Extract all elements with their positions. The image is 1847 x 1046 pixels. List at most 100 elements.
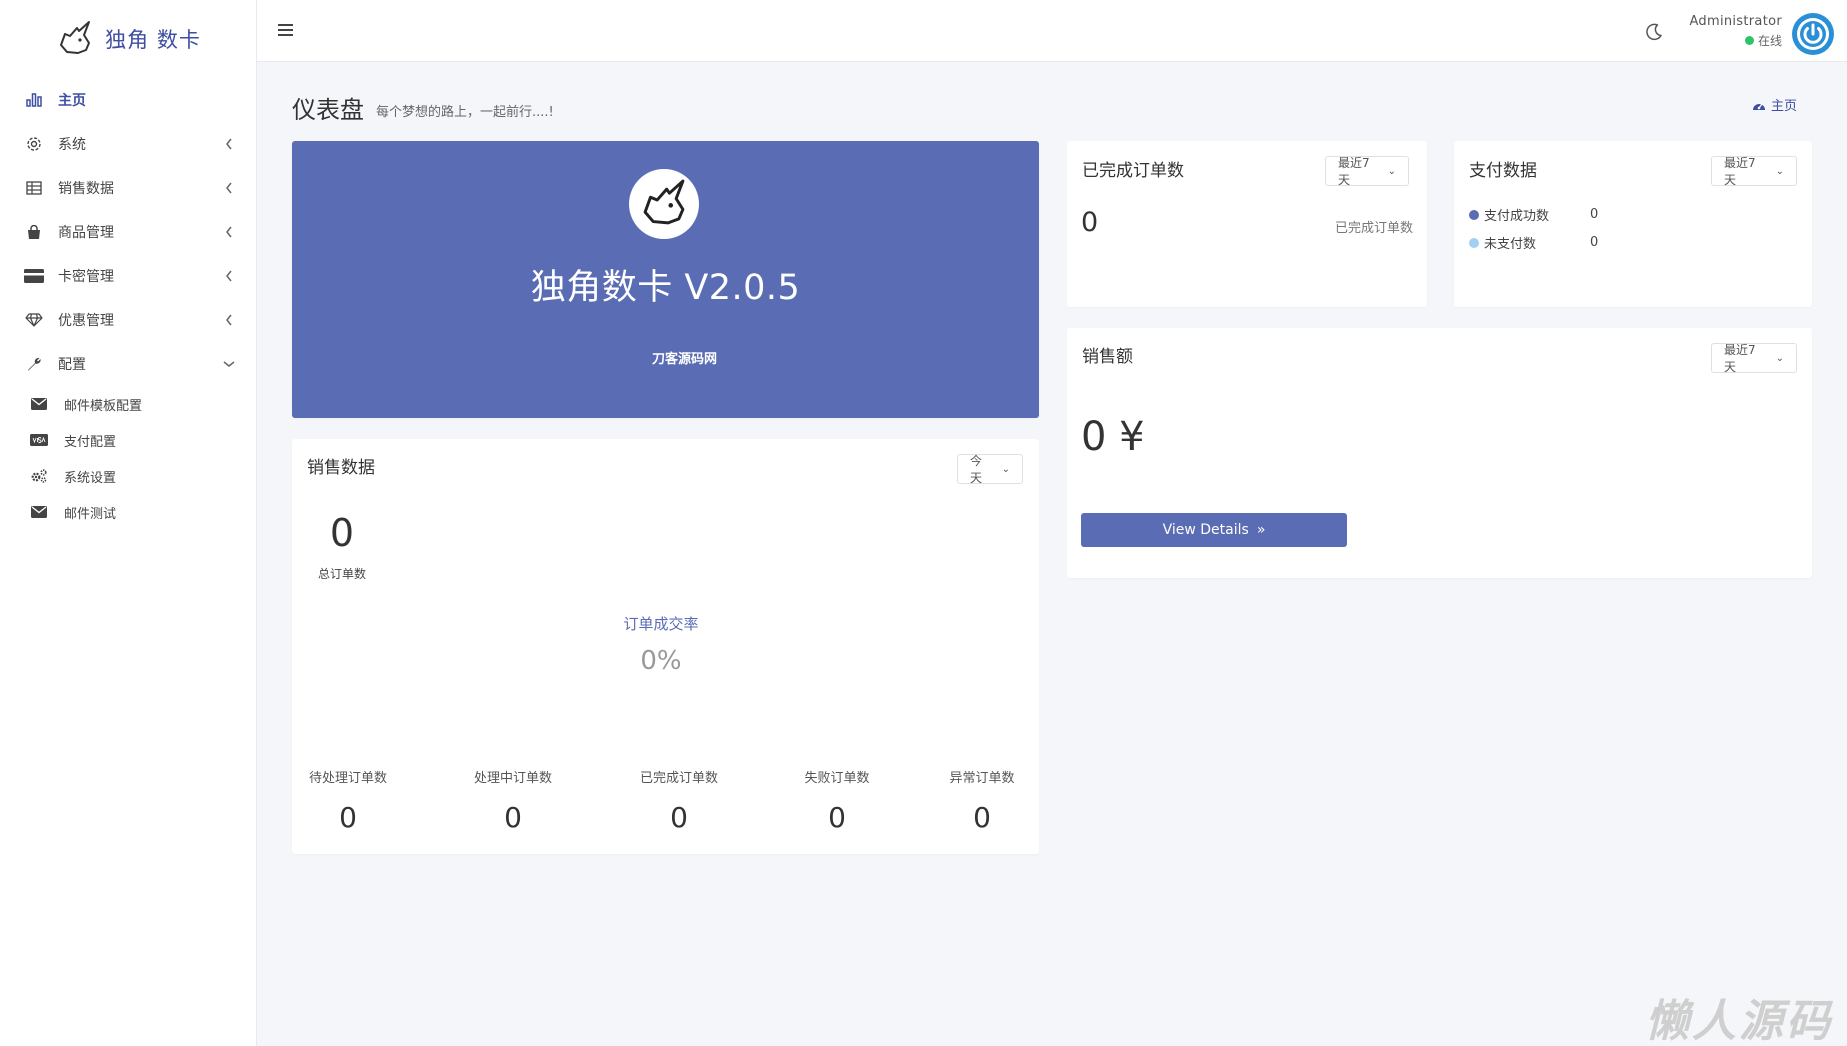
card-title: 销售额 bbox=[1082, 347, 1133, 367]
breadcrumb[interactable]: 主页 bbox=[1752, 95, 1797, 114]
avatar[interactable] bbox=[1792, 13, 1834, 55]
card-title: 已完成订单数 bbox=[1082, 161, 1184, 181]
sidebar-subitem-label: 系统设置 bbox=[64, 470, 117, 486]
chevron-down-icon: ⌄ bbox=[1387, 165, 1396, 177]
range-select-value: 最近7天 bbox=[1338, 156, 1370, 187]
dashboard-icon bbox=[1753, 103, 1765, 110]
card-title: 支付数据 bbox=[1469, 161, 1537, 181]
sidebar-subitem-system-settings[interactable]: 系统设置 bbox=[0, 458, 256, 494]
sidebar-item-label: 卡密管理 bbox=[58, 269, 114, 285]
payment-unpaid-value: 0 bbox=[1590, 235, 1599, 250]
sidebar-item-label: 销售数据 bbox=[58, 181, 114, 197]
chevron-left-icon bbox=[222, 313, 236, 327]
breadcrumb-home: 主页 bbox=[1771, 99, 1798, 114]
shopping-bag-icon bbox=[24, 222, 44, 242]
sidebar-item-config[interactable]: 配置 bbox=[0, 342, 256, 386]
total-orders-label: 总订单数 bbox=[317, 567, 366, 581]
user-info[interactable]: Administrator 在线 bbox=[1682, 14, 1782, 49]
range-select[interactable]: 今天 ⌄ bbox=[957, 454, 1023, 485]
config-submenu: 邮件模板配置 支付配置 系统设置 邮件测试 bbox=[0, 386, 256, 530]
online-status-dot bbox=[1744, 36, 1754, 45]
processing-orders-label: 处理中订单数 bbox=[473, 771, 552, 786]
view-details-button[interactable]: View Details » bbox=[1081, 513, 1347, 547]
total-orders-value: 0 bbox=[329, 511, 355, 555]
sidebar-item-label: 配置 bbox=[58, 357, 86, 373]
chevron-down-icon bbox=[222, 357, 236, 371]
sidebar-subitem-mail-template[interactable]: 邮件模板配置 bbox=[0, 386, 256, 422]
user-status-text: 在线 bbox=[1757, 34, 1782, 48]
payment-success-row: 支付成功数 0 bbox=[1469, 205, 1598, 224]
user-status: 在线 bbox=[1682, 32, 1782, 49]
sidebar-item-sales-data[interactable]: 销售数据 bbox=[0, 166, 256, 210]
hero-title: 独角数卡 V2.0.5 bbox=[530, 268, 801, 308]
abnormal-orders-label: 异常订单数 bbox=[949, 771, 1015, 786]
sidebar-item-home[interactable]: 主页 bbox=[0, 78, 256, 122]
double-chevron-right-icon: » bbox=[1256, 522, 1266, 538]
hero-subtitle: 刀客源码网 bbox=[651, 352, 717, 367]
pending-orders-label: 待处理订单数 bbox=[308, 771, 387, 786]
unicorn-logo-icon bbox=[60, 21, 91, 54]
range-select[interactable]: 最近7天 ⌄ bbox=[1325, 156, 1409, 187]
range-select-value: 最近7天 bbox=[1724, 156, 1756, 187]
table-icon bbox=[24, 178, 44, 198]
hero-logo bbox=[629, 169, 699, 239]
completed-orders-card: 已完成订单数 最近7天 ⌄ 0 已完成订单数 bbox=[1067, 141, 1427, 307]
completed-orders-stat-label: 已完成订单数 bbox=[639, 771, 718, 786]
failed-orders-label: 失败订单数 bbox=[804, 771, 870, 786]
sidebar-item-label: 系统 bbox=[58, 137, 86, 153]
bar-chart-icon bbox=[24, 90, 44, 110]
gear-icon bbox=[24, 134, 44, 154]
sidebar-subitem-payment-config[interactable]: 支付配置 bbox=[0, 422, 256, 458]
chevron-down-icon: ⌄ bbox=[1775, 165, 1784, 177]
sidebar-subitem-label: 邮件测试 bbox=[64, 506, 117, 522]
legend-dot bbox=[1469, 237, 1479, 248]
completed-orders-label: 已完成订单数 bbox=[1334, 221, 1413, 236]
legend-dot bbox=[1469, 209, 1479, 220]
sales-amount-value: 0 ¥ bbox=[1081, 414, 1145, 460]
chevron-down-icon: ⌄ bbox=[1001, 463, 1010, 475]
topbar: Administrator 在线 bbox=[257, 0, 1847, 62]
chevron-down-icon: ⌄ bbox=[1775, 352, 1784, 364]
chevron-left-icon bbox=[222, 137, 236, 151]
envelope-icon bbox=[30, 505, 48, 519]
brand[interactable]: 独角 数卡 bbox=[0, 0, 256, 78]
range-select-value: 最近7天 bbox=[1724, 343, 1756, 374]
abnormal-orders-value: 0 bbox=[973, 801, 991, 834]
sidebar: 独角 数卡 主页 系统 销售数据 商品管理 卡密管理 优惠管理 配置 邮件模板配… bbox=[0, 0, 257, 1046]
conversion-rate-value: 0% bbox=[640, 646, 682, 676]
diamond-icon bbox=[24, 310, 44, 330]
chevron-left-icon bbox=[222, 181, 236, 195]
cogs-icon bbox=[30, 469, 48, 483]
sidebar-item-label: 商品管理 bbox=[58, 225, 114, 241]
completed-orders-stat-value: 0 bbox=[670, 801, 688, 834]
sidebar-subitem-label: 邮件模板配置 bbox=[64, 398, 143, 414]
sidebar-subitem-label: 支付配置 bbox=[64, 434, 117, 450]
failed-orders-value: 0 bbox=[828, 801, 846, 834]
sidebar-item-system[interactable]: 系统 bbox=[0, 122, 256, 166]
completed-orders-value: 0 bbox=[1081, 207, 1099, 238]
menu-toggle-icon[interactable] bbox=[277, 20, 295, 40]
power-logo-icon bbox=[1797, 18, 1829, 50]
dark-mode-toggle-icon[interactable] bbox=[1644, 22, 1664, 42]
sidebar-item-coupons[interactable]: 优惠管理 bbox=[0, 298, 256, 342]
sidebar-item-cards[interactable]: 卡密管理 bbox=[0, 254, 256, 298]
chevron-left-icon bbox=[222, 225, 236, 239]
user-name: Administrator bbox=[1689, 14, 1782, 29]
range-select[interactable]: 最近7天 ⌄ bbox=[1711, 156, 1797, 187]
pending-orders-value: 0 bbox=[339, 801, 357, 834]
payment-success-value: 0 bbox=[1590, 207, 1599, 222]
range-select[interactable]: 最近7天 ⌄ bbox=[1711, 343, 1797, 374]
sidebar-item-products[interactable]: 商品管理 bbox=[0, 210, 256, 254]
visa-card-icon bbox=[30, 433, 48, 447]
payment-success-label: 支付成功数 bbox=[1484, 209, 1550, 224]
unicorn-logo-icon bbox=[643, 179, 685, 225]
brand-name: 独角 数卡 bbox=[105, 28, 201, 52]
range-select-value: 今天 bbox=[970, 454, 983, 485]
sales-data-card: 销售数据 今天 ⌄ 0 总订单数 订单成交率 0% 待处理订单数 0 处理中订单… bbox=[292, 439, 1039, 854]
chevron-left-icon bbox=[222, 269, 236, 283]
credit-card-icon bbox=[24, 266, 44, 286]
sidebar-subitem-mail-test[interactable]: 邮件测试 bbox=[0, 494, 256, 530]
page-title: 仪表盘 bbox=[292, 96, 364, 124]
view-details-label: View Details bbox=[1162, 522, 1249, 538]
page-subtitle: 每个梦想的路上，一起前行....! bbox=[376, 105, 554, 120]
